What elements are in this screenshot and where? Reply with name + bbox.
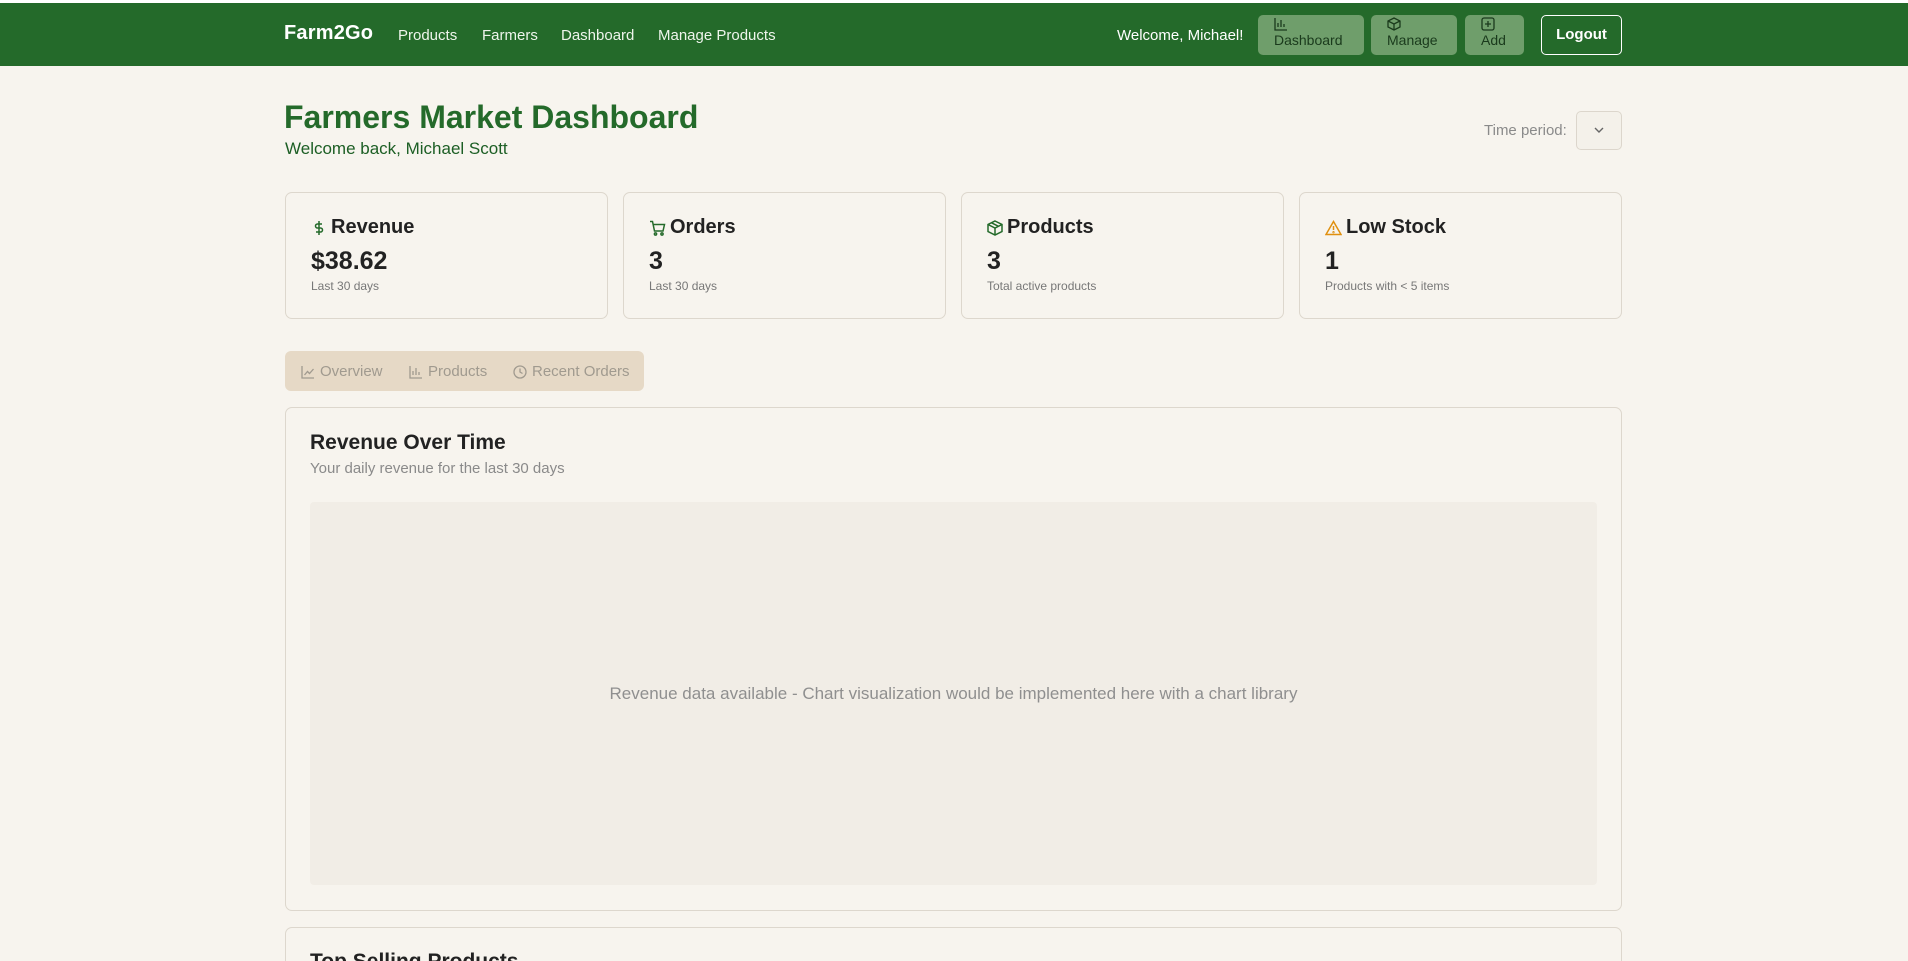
orders-card-title: Orders xyxy=(670,216,736,238)
tab-products[interactable]: Products xyxy=(409,363,487,380)
dashboard-button[interactable]: Dashboard xyxy=(1258,15,1364,55)
orders-card-header: Orders xyxy=(649,216,736,239)
nav-link-farmers[interactable]: Farmers xyxy=(482,27,538,44)
revenue-over-time-panel: Revenue Over Time Your daily revenue for… xyxy=(285,407,1622,911)
package-icon xyxy=(1387,17,1401,31)
low-stock-card: Low Stock 1 Products with < 5 items xyxy=(1299,192,1622,319)
plus-square-icon xyxy=(1481,17,1495,31)
revenue-value: $38.62 xyxy=(311,247,388,275)
revenue-chart-placeholder: Revenue data available - Chart visualiza… xyxy=(310,502,1597,885)
bar-chart-icon xyxy=(1274,18,1287,31)
welcome-text: Welcome, Michael! xyxy=(1117,27,1244,44)
nav-link-products[interactable]: Products xyxy=(398,27,457,44)
top-selling-products-panel: Top Selling Products xyxy=(285,927,1622,961)
tab-products-label: Products xyxy=(428,363,488,380)
orders-note: Last 30 days xyxy=(649,279,718,293)
brand-logo[interactable]: Farm2Go xyxy=(284,22,373,45)
revenue-card-header: Revenue xyxy=(311,216,414,239)
clock-icon xyxy=(513,364,527,379)
low-stock-card-header: Low Stock xyxy=(1325,216,1446,239)
revenue-card-title: Revenue xyxy=(331,216,415,238)
page-subtitle: Welcome back, Michael Scott xyxy=(285,139,508,158)
add-button[interactable]: Add xyxy=(1465,15,1524,55)
cart-icon xyxy=(650,220,666,236)
revenue-note: Last 30 days xyxy=(311,279,380,293)
manage-button[interactable]: Manage xyxy=(1371,15,1457,55)
time-period-label: Time period: xyxy=(1484,122,1567,139)
revenue-panel-subtitle: Your daily revenue for the last 30 days xyxy=(310,460,565,477)
page-title: Farmers Market Dashboard xyxy=(284,99,699,135)
tab-recent-orders-label: Recent Orders xyxy=(532,363,630,380)
tab-overview-label: Overview xyxy=(320,363,383,380)
low-stock-note: Products with < 5 items xyxy=(1325,279,1450,293)
low-stock-card-title: Low Stock xyxy=(1346,216,1447,238)
top-selling-title: Top Selling Products xyxy=(310,950,518,961)
tab-overview[interactable]: Overview xyxy=(301,363,383,380)
products-card: Products 3 Total active products xyxy=(961,192,1284,319)
tab-recent-orders[interactable]: Recent Orders xyxy=(513,363,630,380)
chart-placeholder-text: Revenue data available - Chart visualiza… xyxy=(609,684,1298,703)
logout-button[interactable]: Logout xyxy=(1541,15,1622,55)
dashboard-tabs: Overview Products Recent Orders xyxy=(285,351,644,391)
low-stock-value: 1 xyxy=(1325,247,1339,275)
manage-button-label: Manage xyxy=(1387,32,1438,48)
time-period-select[interactable] xyxy=(1576,111,1622,150)
bar-chart-icon xyxy=(409,365,422,379)
revenue-card: Revenue $38.62 Last 30 days xyxy=(285,192,608,319)
chevron-down-icon xyxy=(1594,127,1604,133)
revenue-panel-title: Revenue Over Time xyxy=(310,431,506,454)
products-card-title: Products xyxy=(1007,216,1094,238)
orders-value: 3 xyxy=(649,247,663,275)
package-icon xyxy=(987,219,1003,236)
nav-link-dashboard[interactable]: Dashboard xyxy=(561,27,634,44)
products-value: 3 xyxy=(987,247,1001,275)
warning-icon xyxy=(1325,219,1342,235)
orders-card: Orders 3 Last 30 days xyxy=(623,192,946,319)
top-navbar: Farm2Go Products Farmers Dashboard Manag… xyxy=(0,3,1908,66)
products-card-header: Products xyxy=(987,216,1094,239)
dashboard-button-label: Dashboard xyxy=(1274,32,1343,48)
line-chart-icon xyxy=(301,365,314,379)
products-note: Total active products xyxy=(987,279,1097,293)
nav-link-manage-products[interactable]: Manage Products xyxy=(658,27,776,44)
add-button-label: Add xyxy=(1481,32,1506,48)
dollar-icon xyxy=(314,220,324,235)
